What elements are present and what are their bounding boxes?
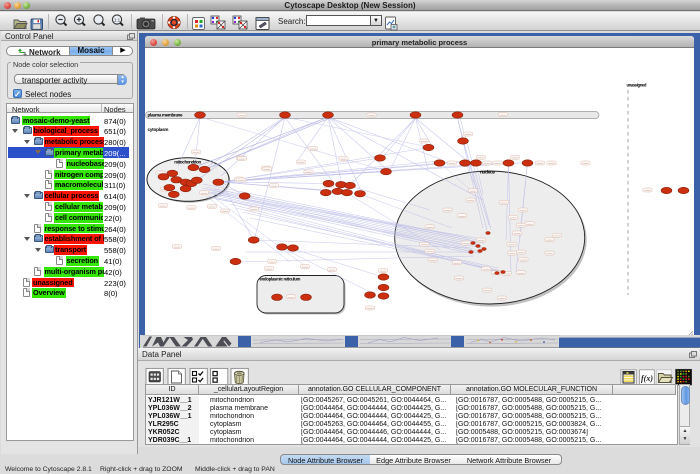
svg-text:mitochondrion: mitochondrion bbox=[174, 160, 201, 165]
svg-text:nucleus: nucleus bbox=[480, 170, 495, 175]
svg-text:plasma membrane: plasma membrane bbox=[148, 113, 183, 118]
svg-text:1:1: 1:1 bbox=[114, 18, 121, 23]
svg-text:endoplasmic reticulum: endoplasmic reticulum bbox=[260, 277, 301, 282]
svg-text:f(x): f(x) bbox=[641, 374, 653, 383]
svg-text:unassigned: unassigned bbox=[627, 83, 647, 88]
svg-text:cytoplasm: cytoplasm bbox=[148, 127, 169, 132]
